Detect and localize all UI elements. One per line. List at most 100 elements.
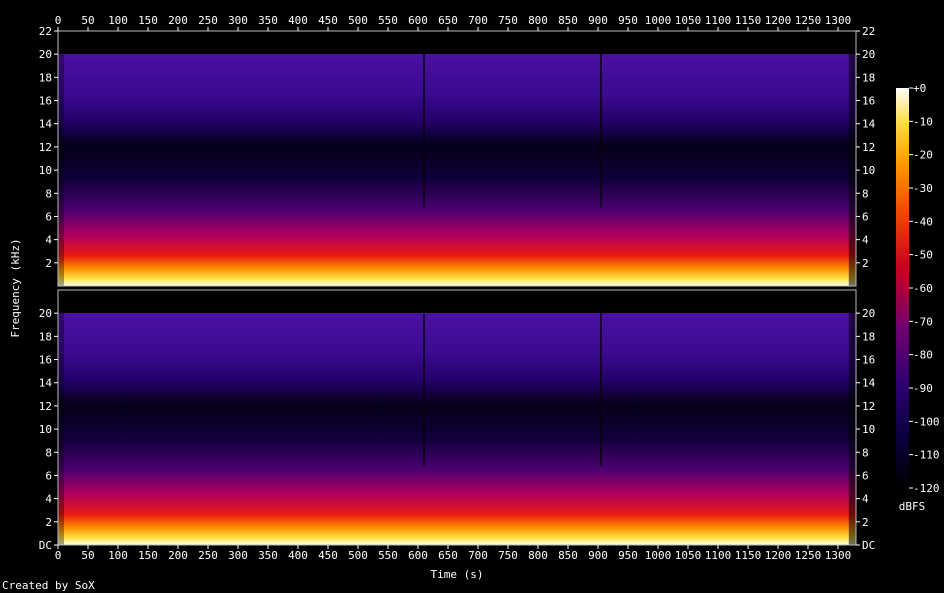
y-tick-label: 20: [862, 48, 875, 61]
x-tick-label: 1100: [705, 549, 732, 562]
spectrogram-area: [58, 290, 856, 545]
x-tick-label: 0: [55, 549, 62, 562]
y-tick-label: 4: [45, 234, 52, 247]
colorbar-tick-label: -30: [913, 182, 933, 195]
y-tick-label: 10: [862, 164, 875, 177]
x-tick-label: 300: [228, 549, 248, 562]
y-tick-label: 8: [45, 187, 52, 200]
colorbar-tick-label: -110: [913, 449, 940, 462]
x-tick-label: 1150: [735, 14, 762, 27]
y-tick-label: 18: [862, 71, 875, 84]
x-tick-label: 700: [468, 14, 488, 27]
colorbar-tick-label: -70: [913, 315, 933, 328]
colorbar-tick-label: -20: [913, 149, 933, 162]
colorbar-tick-label: +0: [913, 82, 926, 95]
x-tick-label: 450: [318, 549, 338, 562]
track-boundary: [600, 313, 602, 467]
x-tick-label: 1100: [705, 14, 732, 27]
x-tick-label: 1300: [825, 549, 852, 562]
x-tick-label: 400: [288, 549, 308, 562]
colorbar-tick-label: -60: [913, 282, 933, 295]
x-tick-label: 1250: [795, 549, 822, 562]
track-boundary: [423, 313, 425, 467]
x-tick-label: 200: [168, 549, 188, 562]
y-tick-label: 16: [39, 354, 52, 367]
x-tick-label: 1200: [765, 14, 792, 27]
colorbar-tick-label: -80: [913, 349, 933, 362]
x-tick-label: 650: [438, 549, 458, 562]
y-tick-label: 18: [862, 330, 875, 343]
y-tick-label: 20: [862, 307, 875, 320]
y-tick-label: 4: [862, 234, 869, 247]
y-tick-label: 14: [862, 377, 876, 390]
x-tick-label: 1050: [675, 549, 702, 562]
colorbar-tick-label: -40: [913, 215, 933, 228]
x-tick-label: 250: [198, 549, 218, 562]
x-tick-label: 1150: [735, 549, 762, 562]
y-tick-label: DC: [862, 539, 875, 552]
fade-in-edge: [58, 290, 64, 545]
y-tick-label: 22: [862, 25, 875, 38]
x-tick-label: 550: [378, 549, 398, 562]
y-tick-label: 20: [39, 307, 52, 320]
colorbar-tick-label: -10: [913, 115, 933, 128]
y-tick-label: 8: [862, 187, 869, 200]
spectrogram-area: [58, 31, 856, 286]
credit-text: Created by SoX: [2, 579, 95, 592]
x-tick-label: 600: [408, 549, 428, 562]
y-tick-label: 12: [39, 141, 52, 154]
y-tick-label: 2: [45, 257, 52, 270]
x-tick-label: 950: [618, 549, 638, 562]
y-tick-label: 2: [45, 516, 52, 529]
spectrogram-plots: [57, 30, 857, 546]
y-tick-label: 6: [862, 469, 869, 482]
x-tick-label: 750: [498, 549, 518, 562]
x-tick-label: 700: [468, 549, 488, 562]
fade-in-edge: [58, 31, 64, 286]
x-tick-label: 850: [558, 14, 578, 27]
x-tick-label: 100: [108, 14, 128, 27]
y-tick-label: 6: [45, 210, 52, 223]
channel-panel-1: [57, 30, 857, 287]
y-tick-label: 12: [862, 400, 875, 413]
x-tick-label: 450: [318, 14, 338, 27]
y-tick-label: 16: [862, 95, 875, 108]
colorbar-tick-label: -50: [913, 249, 933, 262]
y-tick-label: 16: [39, 95, 52, 108]
x-tick-label: 800: [528, 549, 548, 562]
x-tick-label: 0: [55, 14, 62, 27]
x-tick-label: 600: [408, 14, 428, 27]
x-tick-label: 150: [138, 14, 158, 27]
y-tick-label: 6: [45, 469, 52, 482]
y-tick-label: 8: [862, 446, 869, 459]
x-tick-label: 500: [348, 549, 368, 562]
colorbar-tick-label: -100: [913, 415, 940, 428]
x-tick-label: 400: [288, 14, 308, 27]
x-tick-label: 300: [228, 14, 248, 27]
y-axis-label: Frequency (kHz): [9, 238, 22, 337]
y-tick-label: 10: [862, 423, 875, 436]
x-tick-label: 950: [618, 14, 638, 27]
y-tick-label: 22: [39, 25, 52, 38]
spectrogram-figure: 0 50 100 150 200 250 300 350 400 450 500 550 600 650 7…: [2, 14, 940, 592]
x-tick-label: 1200: [765, 549, 792, 562]
y-tick-label: 2: [862, 257, 869, 270]
x-tick-label: 800: [528, 14, 548, 27]
y-tick-label: 4: [45, 493, 52, 506]
y-tick-label: 18: [39, 71, 52, 84]
x-tick-label: 550: [378, 14, 398, 27]
x-tick-label: 350: [258, 14, 278, 27]
track-boundary: [600, 54, 602, 208]
x-axis-bottom: 0 50 100 150 200 250 300 350 400 450 500 550 600 650 7…: [55, 545, 852, 562]
channel-panel-2: [57, 289, 857, 546]
y-tick-label: 20: [39, 48, 52, 61]
x-axis-label: Time (s): [431, 568, 484, 581]
x-tick-label: 1250: [795, 14, 822, 27]
x-tick-label: 200: [168, 14, 188, 27]
x-tick-label: 650: [438, 14, 458, 27]
y-tick-label: 10: [39, 164, 52, 177]
x-tick-label: 50: [81, 14, 94, 27]
fade-out-edge: [848, 31, 856, 286]
x-tick-label: 150: [138, 549, 158, 562]
y-tick-label: 8: [45, 446, 52, 459]
